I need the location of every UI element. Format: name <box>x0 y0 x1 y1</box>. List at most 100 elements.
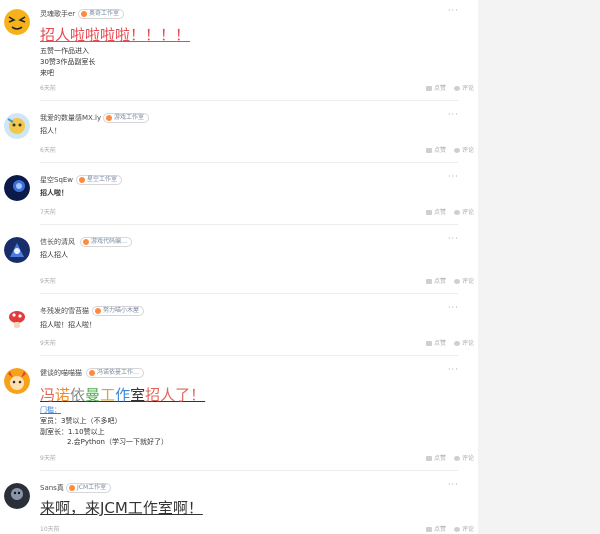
post-actions: 点赞 评论 <box>420 83 474 92</box>
username[interactable]: 冬残发的雪苔猫 <box>40 306 89 316</box>
studio-icon <box>79 176 85 183</box>
like-button[interactable]: 点赞 <box>426 276 446 285</box>
post-line: 招人招人 <box>40 251 68 259</box>
more-options-icon[interactable]: ··· <box>448 365 459 374</box>
studio-icon <box>69 484 75 491</box>
like-button[interactable]: 点赞 <box>426 83 446 92</box>
post-actions: 点赞 评论 <box>420 453 474 462</box>
divider <box>40 100 458 101</box>
like-icon <box>426 86 432 91</box>
divider <box>40 293 458 294</box>
like-button[interactable]: 点赞 <box>426 338 446 347</box>
studio-badge[interactable]: 奥奇工作室 <box>78 9 125 19</box>
more-options-icon[interactable]: ··· <box>448 6 459 15</box>
studio-badge[interactable]: 游戏代码编… <box>80 237 133 247</box>
studio-badge[interactable]: JCM工作室 <box>66 483 112 493</box>
username[interactable]: 灵魂歌手er <box>40 9 75 19</box>
comment-icon <box>453 341 460 346</box>
post-line: 副室长：1.10赞以上 <box>40 428 105 436</box>
post-line: 招人啦！招人啦！ <box>40 321 96 329</box>
studio-badge[interactable]: 冯诺依曼工作… <box>86 368 145 378</box>
headline-segment: 冯 <box>40 386 56 404</box>
divider <box>40 470 458 471</box>
divider <box>40 224 458 225</box>
post-time: 6天前 <box>40 147 56 154</box>
more-options-icon[interactable]: ··· <box>448 172 459 181</box>
post-line: 30赞3作品副室长 <box>40 58 96 66</box>
post-actions: 点赞 评论 <box>420 145 474 154</box>
username[interactable]: 信长的清风 <box>40 237 75 247</box>
like-button[interactable]: 点赞 <box>426 524 446 533</box>
threshold-link[interactable]: 门槛： <box>40 405 61 415</box>
username[interactable]: 我爱的数量感MX.ly <box>40 113 101 123</box>
comment-icon <box>453 279 460 284</box>
post-headline: 冯诺依曼工作室招人了！ <box>40 384 205 405</box>
username[interactable]: 星空SqEw <box>40 175 73 185</box>
studio-badge[interactable]: 星空工作室 <box>76 175 123 185</box>
comment-button[interactable]: 评论 <box>453 83 474 92</box>
more-options-icon[interactable]: ··· <box>448 110 459 119</box>
studio-icon <box>95 307 101 314</box>
like-icon <box>426 210 432 215</box>
studio-icon <box>81 10 87 17</box>
like-button[interactable]: 点赞 <box>426 207 446 216</box>
avatar[interactable] <box>4 113 30 139</box>
like-icon <box>426 279 432 284</box>
more-options-icon[interactable]: ··· <box>448 480 459 489</box>
studio-icon <box>106 114 112 121</box>
post-actions: 点赞 评论 <box>420 207 474 216</box>
comment-button[interactable]: 评论 <box>453 338 474 347</box>
post-time: 6天前 <box>40 85 56 92</box>
avatar[interactable] <box>4 9 30 35</box>
avatar[interactable] <box>4 237 30 263</box>
post-headline: 招人啦啦啦啦！！！！ <box>40 26 191 44</box>
comment-button[interactable]: 评论 <box>453 276 474 285</box>
username[interactable]: Sans真 <box>40 483 64 493</box>
more-options-icon[interactable]: ··· <box>448 303 459 312</box>
post-line: 来吧 <box>40 69 54 77</box>
headline-segment: 依 <box>70 386 86 404</box>
comment-icon <box>453 527 460 532</box>
post-time: 9天前 <box>40 340 56 347</box>
divider <box>40 162 458 163</box>
studio-badge[interactable]: 游戏工作室 <box>103 113 150 123</box>
like-button[interactable]: 点赞 <box>426 145 446 154</box>
comment-icon <box>453 86 460 91</box>
headline-segment: 作 <box>115 386 131 404</box>
post-line: 招人！ <box>40 127 61 135</box>
headline-segment: 工 <box>100 386 116 404</box>
avatar[interactable] <box>4 175 30 201</box>
studio-icon <box>83 238 89 245</box>
post-time: 9天前 <box>40 278 56 285</box>
studio-badge[interactable]: 努力喵小木屋 <box>92 306 145 316</box>
like-icon <box>426 341 432 346</box>
headline-segment: 室 <box>130 386 146 404</box>
like-button[interactable]: 点赞 <box>426 453 446 462</box>
comment-button[interactable]: 评论 <box>453 524 474 533</box>
avatar[interactable] <box>4 483 30 509</box>
comment-button[interactable]: 评论 <box>453 145 474 154</box>
comment-icon <box>453 456 460 461</box>
post-actions: 点赞 评论 <box>420 524 474 533</box>
post-line: 五赞一作品进入 <box>40 47 89 55</box>
comment-icon <box>453 210 460 215</box>
post-headline: 来啊，来JCM工作室啊！ <box>40 499 203 517</box>
avatar[interactable] <box>4 368 30 394</box>
username[interactable]: 健谈的喵喵猫 <box>40 368 82 378</box>
studio-icon <box>89 369 95 376</box>
headline-segment: 曼 <box>85 386 101 404</box>
like-icon <box>426 456 432 461</box>
post-time: 10天前 <box>40 526 60 533</box>
more-options-icon[interactable]: ··· <box>448 234 459 243</box>
post-actions: 点赞 评论 <box>420 276 474 285</box>
comment-button[interactable]: 评论 <box>453 453 474 462</box>
like-icon <box>426 527 432 532</box>
comment-button[interactable]: 评论 <box>453 207 474 216</box>
divider <box>40 355 458 356</box>
post-line: 招人啦！ <box>40 189 68 197</box>
like-icon <box>426 148 432 153</box>
avatar[interactable] <box>4 306 30 332</box>
headline-segment: 诺 <box>55 386 71 404</box>
headline-segment: 招人了！ <box>145 386 206 404</box>
post-actions: 点赞 评论 <box>420 338 474 347</box>
